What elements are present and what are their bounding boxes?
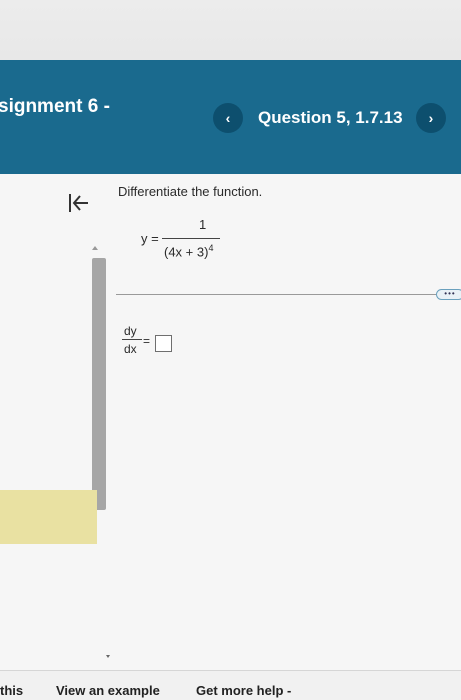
get-more-help-link[interactable]: Get more help -: [196, 683, 291, 698]
next-question-button[interactable]: ›: [416, 103, 446, 133]
scrollbar-thumb[interactable]: [92, 258, 106, 510]
view-example-link[interactable]: View an example: [56, 683, 160, 698]
question-prompt: Differentiate the function.: [118, 184, 263, 199]
derivative-numerator: dy: [124, 324, 137, 338]
derivative-fraction-bar: [122, 339, 142, 340]
scroll-up-arrow-icon[interactable]: [92, 246, 98, 250]
equals-sign: =: [143, 334, 151, 348]
denominator-exponent: 4: [208, 243, 214, 253]
function-numerator: 1: [199, 217, 207, 232]
help-link-this[interactable]: this: [0, 683, 23, 698]
function-lhs: y =: [141, 231, 159, 246]
derivative-denominator: dx: [124, 342, 137, 356]
collapse-panel-icon[interactable]: [66, 190, 92, 216]
question-panel: [0, 174, 461, 670]
more-options-button[interactable]: •••: [436, 289, 461, 300]
chevron-right-icon: ›: [428, 110, 434, 126]
function-denominator: (4x + 3)4: [164, 243, 213, 259]
scroll-down-arrow-icon[interactable]: [106, 655, 110, 658]
question-label: Question 5, 1.7.13: [258, 108, 403, 127]
highlight-block: [0, 490, 97, 544]
assignment-title: signment 6 -: [0, 96, 110, 117]
chevron-left-icon: ‹: [225, 110, 231, 126]
fraction-bar: [162, 238, 220, 239]
divider: [116, 294, 436, 295]
answer-input[interactable]: [155, 335, 172, 352]
denominator-base: (4x + 3): [164, 244, 209, 260]
previous-question-button[interactable]: ‹: [213, 103, 243, 133]
top-strip: [0, 0, 461, 60]
